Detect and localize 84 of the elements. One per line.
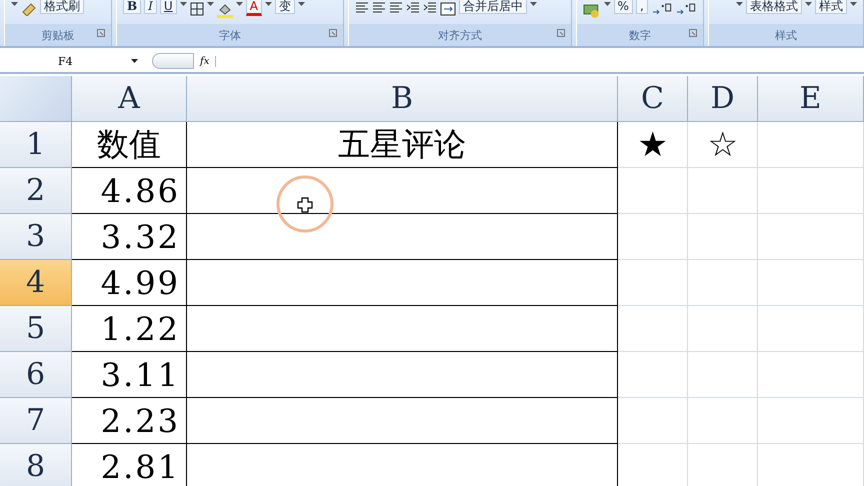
dialog-launcher-icon[interactable] xyxy=(329,29,337,37)
row-header[interactable]: 3 xyxy=(0,214,72,260)
column-header[interactable]: C xyxy=(618,76,688,122)
format-painter-button[interactable]: 格式刷 xyxy=(40,0,84,14)
group-label: 样式 xyxy=(775,28,797,42)
indent-icon[interactable] xyxy=(423,2,437,14)
empty-cell xyxy=(618,398,688,444)
caret-icon[interactable] xyxy=(180,2,187,7)
money-icon[interactable] xyxy=(583,2,601,18)
caret-icon[interactable] xyxy=(131,58,138,64)
table-cell: 2.23 xyxy=(72,398,187,444)
dialog-launcher-icon[interactable] xyxy=(689,29,697,37)
column-header[interactable]: D xyxy=(688,76,758,122)
table-cell: 1.22 xyxy=(72,306,187,352)
caret-icon[interactable] xyxy=(206,2,214,7)
empty-cell xyxy=(618,352,688,398)
caret-icon[interactable] xyxy=(604,2,611,7)
brush-icon[interactable] xyxy=(21,2,37,16)
format-button[interactable]: U xyxy=(160,0,177,14)
format-button[interactable]: 变 xyxy=(274,0,295,14)
paint-bucket-icon[interactable] xyxy=(216,2,233,18)
caret-icon[interactable] xyxy=(236,2,243,7)
table-cell: 3.11 xyxy=(72,352,187,398)
empty-cell xyxy=(688,214,758,260)
decimal-icon[interactable] xyxy=(675,2,697,16)
empty-cell xyxy=(618,260,688,306)
formula-bar-handle[interactable] xyxy=(152,53,194,69)
caret-icon[interactable] xyxy=(805,2,812,7)
row-header[interactable]: 2 xyxy=(0,168,72,214)
format-button[interactable]: I xyxy=(144,0,157,14)
format-button[interactable]: 样式 xyxy=(815,0,847,14)
indent-icon[interactable] xyxy=(406,2,420,14)
column-header[interactable]: A xyxy=(72,76,187,122)
empty-cell xyxy=(618,214,688,260)
row-header[interactable]: 1 xyxy=(0,122,72,168)
caret-icon[interactable] xyxy=(530,2,537,7)
empty-cell xyxy=(688,398,758,444)
align-icon[interactable] xyxy=(389,2,403,14)
empty-cell xyxy=(688,352,758,398)
table-cell: 五星评论 xyxy=(187,122,618,168)
decimal-icon[interactable] xyxy=(650,2,672,16)
row-header[interactable]: 4 xyxy=(0,260,72,306)
insert-function-button[interactable]: fx xyxy=(194,56,216,66)
cursor-highlight-icon xyxy=(275,174,335,234)
table-cell: ★ xyxy=(618,122,688,168)
group-label: 数字 xyxy=(629,28,651,42)
caret-icon[interactable] xyxy=(298,2,305,7)
font-color-button[interactable]: A xyxy=(246,0,262,16)
table-cell: 4.99 xyxy=(72,260,187,306)
empty-cell xyxy=(688,168,758,214)
group-label: 对齐方式 xyxy=(438,28,482,42)
caret-icon[interactable] xyxy=(264,2,272,7)
group-label: 字体 xyxy=(219,28,241,42)
format-button[interactable]: , xyxy=(636,0,648,14)
format-button[interactable]: 表格格式 xyxy=(746,0,802,14)
table-cell: 2.81 xyxy=(72,444,187,486)
column-header[interactable]: E xyxy=(758,76,864,122)
merge-cells-icon[interactable] xyxy=(440,2,456,16)
row-header[interactable]: 5 xyxy=(0,306,72,352)
row-header[interactable]: 7 xyxy=(0,398,72,444)
table-cell: 4.86 xyxy=(72,168,187,214)
table-cell: 3.32 xyxy=(72,214,187,260)
name-box[interactable]: F4 xyxy=(0,51,144,71)
align-icon[interactable] xyxy=(355,2,369,14)
empty-cell xyxy=(618,306,688,352)
caret-icon[interactable] xyxy=(736,2,743,7)
column-header[interactable]: B xyxy=(187,76,618,122)
empty-cell xyxy=(688,260,758,306)
dialog-launcher-icon[interactable] xyxy=(557,29,565,37)
row-header[interactable]: 8 xyxy=(0,444,72,486)
dialog-launcher-icon[interactable] xyxy=(97,29,105,37)
empty-cell xyxy=(618,168,688,214)
group-label: 剪贴板 xyxy=(42,28,74,42)
caret-icon[interactable] xyxy=(850,2,857,7)
row-header[interactable]: 6 xyxy=(0,352,72,398)
merge-center-button[interactable]: 合并后居中 xyxy=(459,0,527,14)
table-cell: 数值 xyxy=(72,122,187,168)
align-icon[interactable] xyxy=(372,2,386,14)
caret-icon[interactable] xyxy=(11,2,18,7)
table-cell: ☆ xyxy=(688,122,758,168)
borders-icon[interactable] xyxy=(190,2,204,16)
empty-cell xyxy=(688,306,758,352)
format-button[interactable]: B xyxy=(123,0,142,14)
format-button[interactable]: % xyxy=(614,0,633,14)
